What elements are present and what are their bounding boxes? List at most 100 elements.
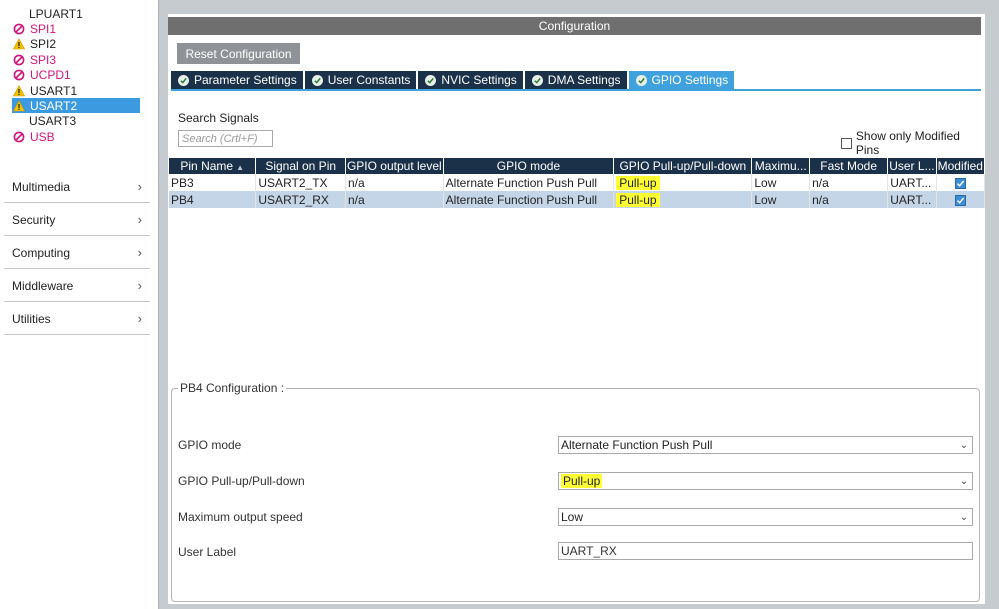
max-speed-select[interactable]: Low ⌄ [558,508,973,526]
cell-modified [936,174,986,191]
peripheral-label: SPI1 [30,21,57,36]
tab-gpio-settings[interactable]: GPIO Settings [628,71,735,89]
column-header-label: Pin Name [180,159,234,173]
gpio-mode-select[interactable]: Alternate Function Push Pull ⌄ [558,436,973,454]
column-header[interactable]: GPIO mode [443,158,615,174]
column-header[interactable]: User L... [887,158,937,174]
peripheral-item-usart1[interactable]: USART1 [12,83,140,98]
category-label: Multimedia [12,179,71,194]
column-header-label: GPIO output level [346,159,442,173]
column-header[interactable]: Modified [936,158,986,174]
category-multimedia[interactable]: Multimedia › [4,171,150,203]
chevron-right-icon: › [137,278,142,293]
category-middleware[interactable]: Middleware › [4,270,150,302]
gpio-pin-table: Pin Name ▲ Signal on Pin GPIO output level G… [169,158,986,208]
peripheral-item-spi1[interactable]: SPI1 [12,21,140,36]
column-header[interactable]: Maximu... [751,158,811,174]
cell-level-value: n/a [347,192,365,207]
column-header[interactable]: GPIO Pull-up/Pull-down [613,158,753,174]
cell-fast: n/a [809,174,889,191]
cell-label-value: UART... [890,175,932,190]
check-circle-icon [425,74,437,86]
show-modified-pins-toggle[interactable]: Show only Modified Pins [841,129,985,157]
peripheral-item-usb[interactable]: USB [12,129,140,144]
table-header-row: Pin Name ▲ Signal on Pin GPIO output level G… [169,158,986,174]
peripheral-item-usart3[interactable]: USART3 [12,114,140,129]
tab-user-constants[interactable]: User Constants [304,71,417,89]
tab-parameter-settings[interactable]: Parameter Settings [171,71,303,89]
category-security[interactable]: Security › [4,204,150,236]
sidebar-splitter[interactable] [158,0,168,609]
column-header-label: Fast Mode [820,159,877,173]
warning-icon [12,37,26,51]
cell-label: UART... [887,174,937,191]
peripheral-label: SPI2 [30,37,57,52]
cell-signal-value: USART2_RX [258,192,329,207]
gpio-mode-value: Alternate Function Push Pull [561,438,713,452]
cell-pin-value: PB3 [171,175,194,190]
peripheral-sidebar: LPUART1 SPI1 SPI2 SPI3 UCPD1 USART1 USART2 USAR… [0,0,158,609]
table-row[interactable]: PB3 USART2_TX n/a Alternate Function Push P… [169,174,986,191]
column-header[interactable]: Fast Mode [809,158,889,174]
configuration-panel: Configuration Reset Configuration Parame… [168,0,986,609]
disabled-icon [12,68,26,82]
tab-nvic-settings[interactable]: NVIC Settings [418,71,523,89]
peripheral-item-spi3[interactable]: SPI3 [12,52,140,67]
tab-label: User Constants [327,73,411,87]
peripheral-item-usart2[interactable]: USART2 [12,98,140,114]
cell-fast-value: n/a [812,192,829,207]
peripheral-item-lpuart1[interactable]: LPUART1 [12,6,140,21]
chevron-right-icon: › [137,245,142,260]
chevron-down-icon: ⌄ [959,475,969,487]
tab-label: GPIO Settings [651,73,729,87]
peripheral-label: LPUART1 [29,6,83,21]
pin-configuration-group: PB4 Configuration : GPIO mode Alternate … [171,381,980,602]
column-header-label: GPIO mode [496,159,561,173]
tab-label: Parameter Settings [194,73,297,87]
category-label: Middleware [12,278,74,293]
category-label: Utilities [12,311,51,326]
user-label-input[interactable] [558,542,973,560]
category-utilities[interactable]: Utilities › [4,303,150,335]
peripheral-item-spi2[interactable]: SPI2 [12,37,140,52]
cell-signal-value: USART2_TX [258,175,328,190]
warning-icon [12,84,26,98]
tab-label: NVIC Settings [441,73,517,87]
table-row[interactable]: PB4 USART2_RX n/a Alternate Function Push P… [169,191,986,208]
modified-checkbox[interactable] [954,194,966,206]
search-signals-label: Search Signals [178,111,259,125]
gpio-pull-select[interactable]: Pull-up ⌄ [558,472,973,490]
cell-pull: Pull-up [613,174,753,191]
peripheral-item-ucpd1[interactable]: UCPD1 [12,68,140,83]
cell-fast-value: n/a [812,175,829,190]
gpio-pull-label: GPIO Pull-up/Pull-down [178,474,305,488]
peripheral-label: SPI3 [30,52,57,67]
chevron-right-icon: › [137,311,142,326]
chevron-down-icon: ⌄ [959,439,969,451]
category-computing[interactable]: Computing › [4,237,150,269]
check-circle-icon [635,74,647,86]
user-label-label: User Label [178,545,237,559]
gpio-pull-value: Pull-up [561,474,603,488]
disabled-icon [12,22,26,36]
cell-modified [936,191,986,208]
column-header-label: Modified [937,159,983,173]
reset-configuration-button[interactable]: Reset Configuration [177,43,300,64]
max-speed-value: Low [561,510,584,524]
top-splitter[interactable] [168,0,985,14]
peripheral-label: USART1 [30,83,78,98]
cell-mode: Alternate Function Push Pull [443,174,615,191]
chevron-right-icon: › [137,179,142,194]
warning-icon [12,99,26,113]
column-header[interactable]: Signal on Pin [255,158,346,174]
cell-level-value: n/a [347,175,365,190]
cell-pull-value: Pull-up [616,175,660,190]
search-signals-input[interactable] [178,130,273,147]
category-label: Computing [12,245,71,260]
column-header[interactable]: Pin Name ▲ [169,158,257,174]
tab-dma-settings[interactable]: DMA Settings [524,71,627,89]
modified-checkbox[interactable] [954,177,966,189]
show-modified-checkbox[interactable] [841,137,852,149]
column-header[interactable]: GPIO output level [345,158,444,174]
right-splitter[interactable] [985,0,999,609]
